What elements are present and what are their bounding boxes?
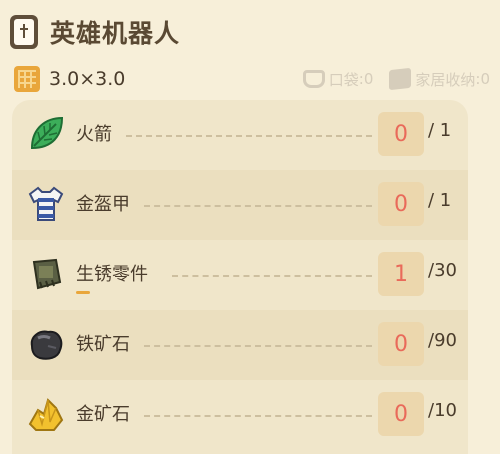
- leaf-icon: [30, 116, 64, 150]
- storage-value: :0: [475, 70, 490, 88]
- materials-list: 火箭 0 / 1 金盔甲 0 / 1 生锈零件 1 /30 铁矿石 0 /90 …: [12, 100, 468, 454]
- grid-size-icon: [14, 66, 40, 92]
- gold-ore-icon: [28, 398, 64, 431]
- rusty-part-icon: [32, 258, 62, 290]
- material-name: 金矿石: [76, 404, 130, 425]
- material-name: 金盔甲: [76, 194, 130, 215]
- recipe-title: 英雄机器人: [50, 19, 181, 48]
- owned-count: 1: [378, 252, 424, 296]
- collection-progress-bar: [76, 291, 90, 294]
- required-count: / 1: [428, 190, 452, 211]
- required-count: /90: [428, 330, 457, 351]
- material-name: 火箭: [76, 124, 112, 145]
- material-row[interactable]: 金矿石 0 /10: [12, 380, 468, 450]
- recipe-info-bar: 3.0×3.0 口袋 :0 家居收纳 :0: [14, 64, 490, 94]
- owned-count: 0: [378, 322, 424, 366]
- material-name: 生锈零件: [76, 264, 148, 285]
- owned-count: 0: [378, 112, 424, 156]
- iron-ore-icon: [30, 330, 63, 360]
- material-row[interactable]: 生锈零件 1 /30: [12, 240, 468, 310]
- dotted-leader: [144, 415, 372, 417]
- storage-label: 家居收纳: [415, 70, 476, 89]
- owned-count: 0: [378, 182, 424, 226]
- dotted-leader: [172, 275, 372, 277]
- material-name: 铁矿石: [76, 334, 130, 355]
- home-storage-count: 家居收纳 :0: [389, 67, 490, 91]
- pocket-value: :0: [358, 70, 374, 88]
- material-row[interactable]: 火箭 0 / 1: [12, 100, 468, 170]
- recipe-card-icon: [10, 15, 38, 49]
- dotted-leader: [144, 345, 372, 347]
- material-row[interactable]: 铁矿石 0 /90: [12, 310, 468, 380]
- dotted-leader: [126, 135, 372, 137]
- pocket-count: 口袋 :0: [302, 69, 374, 90]
- size-value: 3.0×3.0: [49, 68, 126, 90]
- required-count: / 1: [428, 120, 452, 141]
- material-row[interactable]: 金盔甲 0 / 1: [12, 170, 468, 240]
- required-count: /10: [428, 400, 457, 421]
- storage-counts: 口袋 :0 家居收纳 :0: [287, 67, 490, 91]
- pocket-label: 口袋: [328, 70, 359, 89]
- bag-icon: [302, 70, 325, 88]
- required-count: /30: [428, 260, 457, 281]
- dotted-leader: [144, 205, 372, 207]
- striped-shirt-icon: [28, 186, 64, 221]
- owned-count: 0: [378, 392, 424, 436]
- recipe-header: 英雄机器人: [10, 12, 180, 52]
- storage-box-icon: [389, 67, 412, 91]
